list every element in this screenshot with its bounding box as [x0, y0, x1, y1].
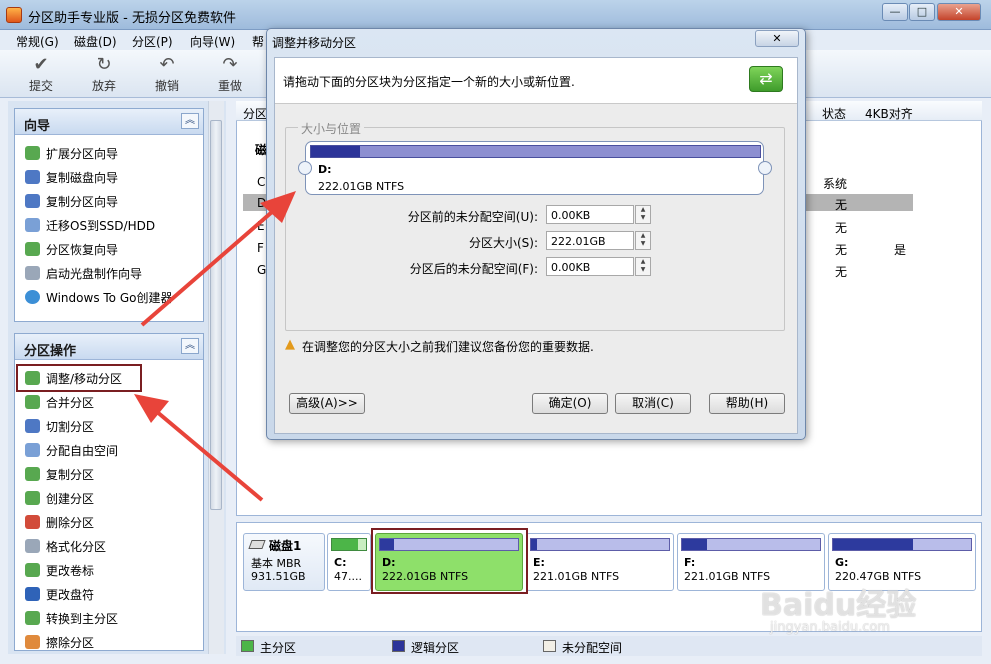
arrow-to-resize-item — [148, 404, 264, 502]
arrow-to-dialog — [140, 203, 282, 327]
annotation-arrows — [134, 191, 296, 502]
